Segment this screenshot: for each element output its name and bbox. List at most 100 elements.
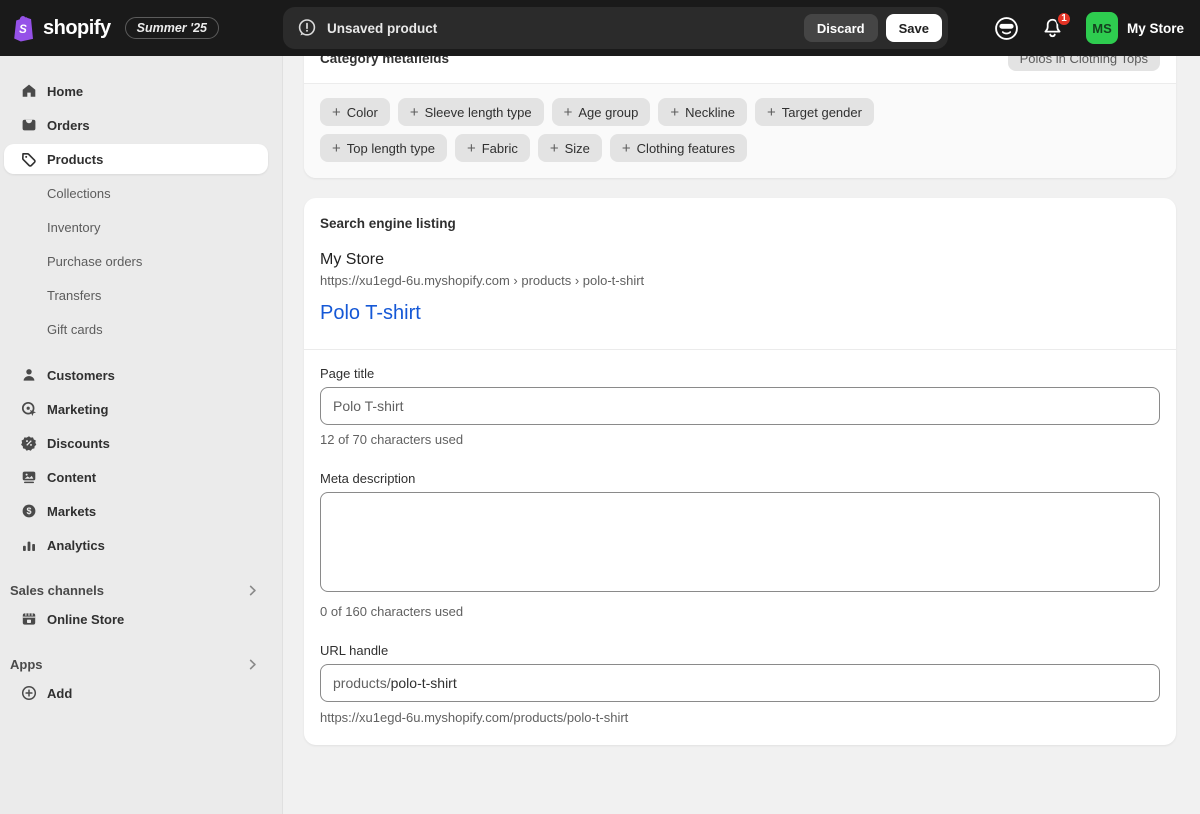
sidebar-item-inventory[interactable]: Inventory xyxy=(4,212,268,242)
plus-icon: + xyxy=(622,141,631,156)
section-header-label: Apps xyxy=(10,657,43,672)
sidebar-item-content[interactable]: Content xyxy=(4,462,268,492)
topbar: S shopify Summer '25 Unsaved product Dis… xyxy=(0,0,1200,56)
sidebar-item-label: Inventory xyxy=(47,220,100,235)
notifications-bell[interactable]: 1 xyxy=(1041,17,1064,40)
meta-description-label: Meta description xyxy=(320,471,1160,486)
chip-label: Clothing features xyxy=(637,141,735,156)
plus-icon: + xyxy=(767,105,776,120)
metafield-chip-sleeve-length-type[interactable]: +Sleeve length type xyxy=(398,98,544,126)
plus-icon: + xyxy=(332,105,341,120)
sidebar-item-orders[interactable]: Orders xyxy=(4,110,268,140)
sidebar-item-transfers[interactable]: Transfers xyxy=(4,280,268,310)
sidebar-item-collections[interactable]: Collections xyxy=(4,178,268,208)
media-image-icon xyxy=(20,469,37,486)
plus-icon: + xyxy=(564,105,573,120)
page-title-field: Page title 12 of 70 characters used xyxy=(320,366,1160,447)
page-title-helper: 12 of 70 characters used xyxy=(320,432,1160,447)
metafield-chip-clothing-features[interactable]: + Clothing features xyxy=(610,134,747,162)
plus-icon: + xyxy=(550,141,559,156)
sidebar-item-label: Analytics xyxy=(47,538,105,553)
sidebar-item-markets[interactable]: $ Markets xyxy=(4,496,268,526)
seo-card-title: Search engine listing xyxy=(320,216,1160,231)
metafield-chip-color[interactable]: + Color xyxy=(320,98,390,126)
sidebar-item-label: Markets xyxy=(47,504,96,519)
bar-chart-icon xyxy=(20,537,37,554)
notification-count-badge: 1 xyxy=(1056,11,1072,27)
chip-label: Top length type xyxy=(347,141,435,156)
search-preview: My Store https://xu1egd-6u.myshopify.com… xyxy=(320,251,1160,325)
sidekick-assistant-icon[interactable] xyxy=(994,16,1019,41)
chip-label: Size xyxy=(565,141,590,156)
shopify-logo[interactable]: S shopify Summer '25 xyxy=(0,15,271,42)
url-handle-value: polo-t-shirt xyxy=(391,675,457,691)
metafield-chip-size[interactable]: + Size xyxy=(538,134,602,162)
sidebar-item-analytics[interactable]: Analytics xyxy=(4,530,268,560)
store-menu[interactable]: MS My Store xyxy=(1086,12,1184,44)
sidebar-item-add-app[interactable]: Add xyxy=(4,678,268,708)
shopify-bag-icon: S xyxy=(12,15,35,42)
alert-bubble-icon xyxy=(297,18,317,38)
edition-badge[interactable]: Summer '25 xyxy=(125,17,219,39)
sidebar-item-label: Products xyxy=(47,152,103,167)
contextual-save-bar: Unsaved product Discard Save xyxy=(283,7,948,49)
metafield-chip-top-length-type[interactable]: + Top length type xyxy=(320,134,447,162)
url-handle-preview: https://xu1egd-6u.myshopify.com/products… xyxy=(320,710,1160,725)
circle-plus-icon xyxy=(20,685,37,702)
save-button[interactable]: Save xyxy=(886,14,942,42)
chevron-right-icon xyxy=(245,583,260,598)
shopify-wordmark: shopify xyxy=(43,17,111,40)
discount-badge-icon xyxy=(20,435,37,452)
url-handle-input[interactable]: products/polo-t-shirt xyxy=(320,664,1160,702)
sidebar-item-online-store[interactable]: Online Store xyxy=(4,604,268,634)
category-metafields-title: Category metafields xyxy=(320,56,449,66)
preview-page-link[interactable]: Polo T-shirt xyxy=(320,302,1160,325)
chip-label: Color xyxy=(347,105,378,120)
meta-description-field: Meta description 0 of 160 characters use… xyxy=(320,471,1160,619)
sidebar-item-home[interactable]: Home xyxy=(4,76,268,106)
sidebar-item-purchase-orders[interactable]: Purchase orders xyxy=(4,246,268,276)
sidebar-item-label: Online Store xyxy=(47,612,124,627)
sidebar-item-discounts[interactable]: Discounts xyxy=(4,428,268,458)
sales-channels-header[interactable]: Sales channels xyxy=(4,576,268,604)
tag-icon xyxy=(20,151,37,168)
person-icon xyxy=(20,367,37,384)
metafield-chip-fabric[interactable]: +Fabric xyxy=(455,134,530,162)
plus-icon: + xyxy=(332,141,341,156)
sidebar-item-products[interactable]: Products xyxy=(4,144,268,174)
metafield-chip-target-gender[interactable]: + Target gender xyxy=(755,98,874,126)
sidebar-item-gift-cards[interactable]: Gift cards xyxy=(4,314,268,344)
discard-button[interactable]: Discard xyxy=(804,14,878,42)
plus-icon: + xyxy=(670,105,679,120)
url-handle-field: URL handle products/polo-t-shirt https:/… xyxy=(320,643,1160,725)
apps-header[interactable]: Apps xyxy=(4,650,268,678)
metafield-chip-area: + Color +Sleeve length type +Age group + N… xyxy=(304,83,1176,178)
chip-label: Target gender xyxy=(782,105,862,120)
sidebar-item-label: Customers xyxy=(47,368,115,383)
sidebar-item-customers[interactable]: Customers xyxy=(4,360,268,390)
preview-url-breadcrumb: https://xu1egd-6u.myshopify.com › produc… xyxy=(320,273,1160,288)
main-content: Category metafields Polos in Clothing To… xyxy=(283,56,1200,814)
store-avatar: MS xyxy=(1086,12,1118,44)
sidebar-item-label: Marketing xyxy=(47,402,108,417)
sidebar-item-marketing[interactable]: Marketing xyxy=(4,394,268,424)
store-name: My Store xyxy=(1127,21,1184,36)
svg-text:S: S xyxy=(19,23,27,35)
url-handle-label: URL handle xyxy=(320,643,1160,658)
page-title-input[interactable] xyxy=(320,387,1160,425)
orders-icon xyxy=(20,117,37,134)
chevron-right-icon xyxy=(245,657,260,672)
plus-icon: + xyxy=(410,105,419,120)
metafield-chip-age-group[interactable]: +Age group xyxy=(552,98,651,126)
category-chip[interactable]: Polos in Clothing Tops xyxy=(1008,56,1160,71)
sidebar-item-label: Orders xyxy=(47,118,90,133)
category-metafields-card: Category metafields Polos in Clothing To… xyxy=(304,56,1176,178)
sidebar-item-label: Content xyxy=(47,470,96,485)
chip-label: Neckline xyxy=(685,105,735,120)
metafield-chip-neckline[interactable]: + Neckline xyxy=(658,98,747,126)
sidebar-item-label: Home xyxy=(47,84,83,99)
meta-description-helper: 0 of 160 characters used xyxy=(320,604,1160,619)
home-icon xyxy=(20,83,37,100)
meta-description-input[interactable] xyxy=(320,492,1160,592)
target-cursor-icon xyxy=(20,401,37,418)
